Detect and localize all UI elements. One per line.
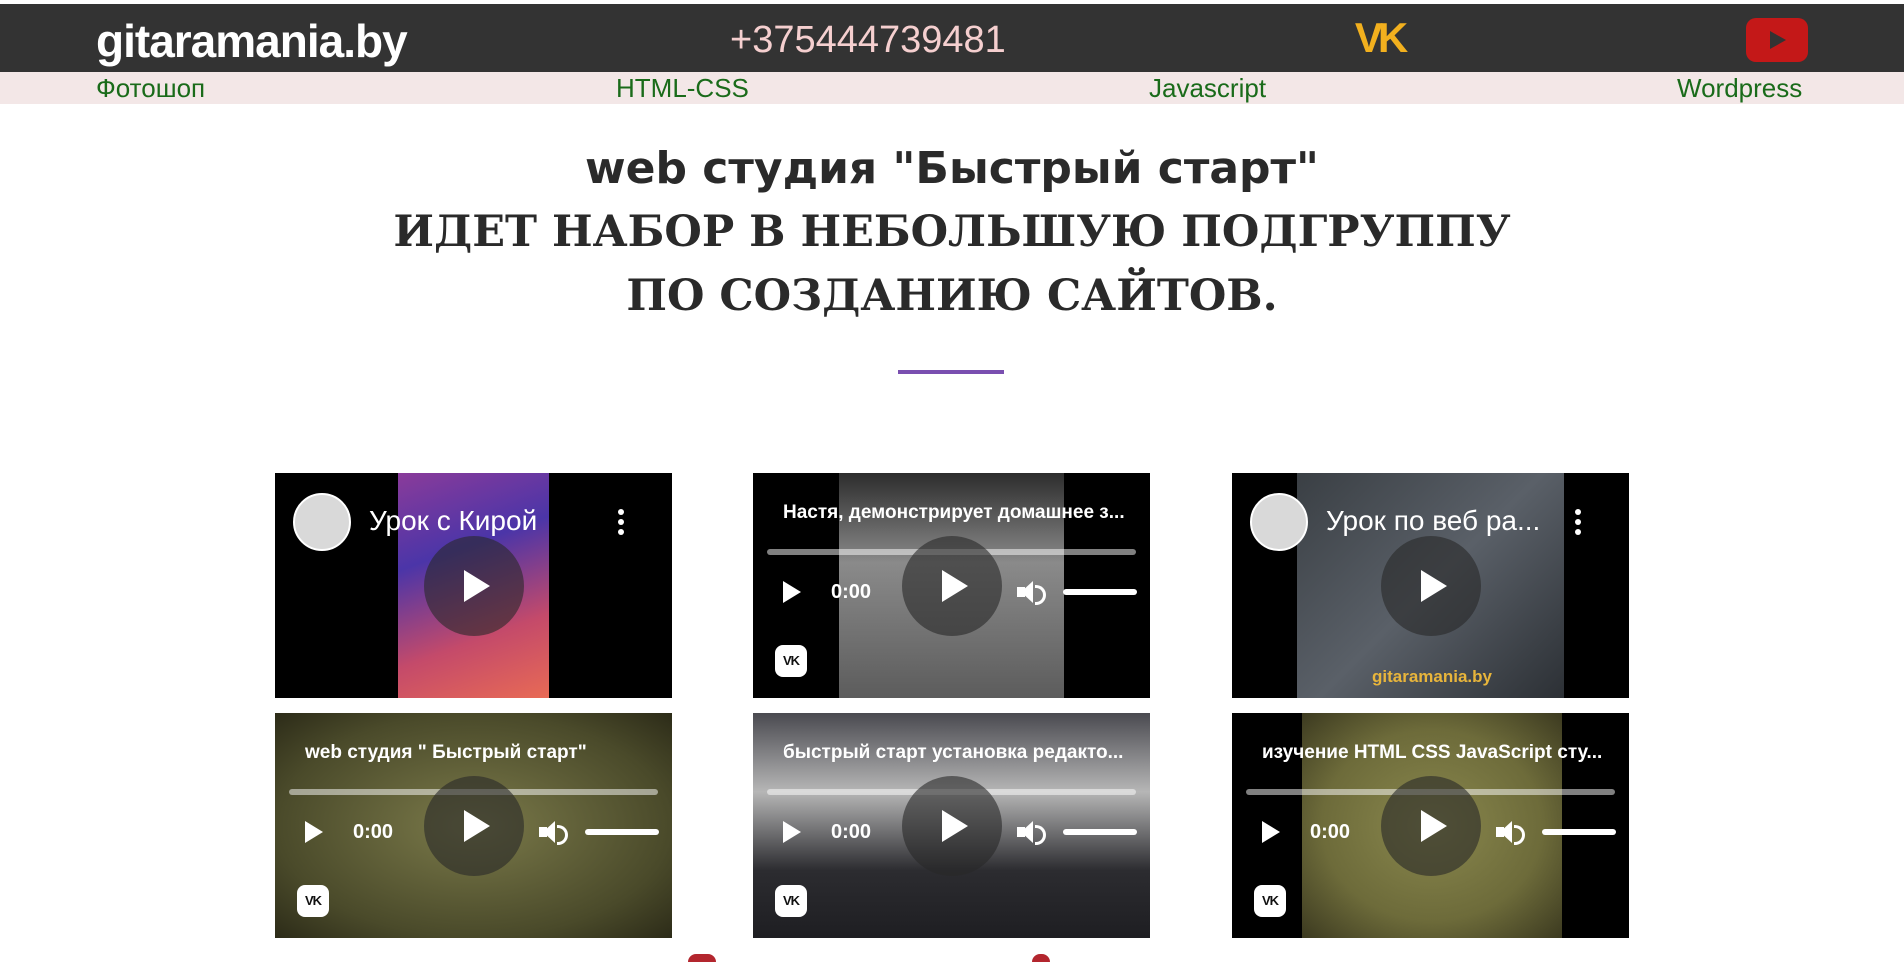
play-button-icon[interactable]	[1380, 775, 1481, 876]
video-watermark: gitaramania.by	[1372, 667, 1492, 686]
vk-logo-icon[interactable]: VK	[1346, 17, 1412, 59]
play-icon[interactable]	[783, 821, 801, 843]
youtube-play-icon[interactable]	[1746, 18, 1808, 62]
vk-badge-icon[interactable]: VK	[297, 885, 329, 917]
play-triangle-icon	[1770, 31, 1786, 49]
site-header: gitaramania.by +375444739481 VK	[0, 4, 1904, 72]
more-options-icon[interactable]	[1575, 509, 1581, 535]
volume-icon[interactable]	[1017, 579, 1047, 605]
site-logo[interactable]: gitaramania.by	[96, 12, 408, 70]
volume-icon[interactable]	[1017, 819, 1047, 845]
time-display: 0:00	[831, 821, 872, 843]
next-section-heading-clipped	[680, 952, 1080, 962]
video-title[interactable]: изучение HTML CSS JavaScript сту...	[1262, 741, 1602, 765]
video-player-vk[interactable]: быстрый старт установка редакто... 0:00 …	[753, 713, 1150, 938]
video-title[interactable]: быстрый старт установка редакто...	[783, 741, 1123, 765]
channel-avatar[interactable]	[1250, 493, 1308, 551]
play-icon[interactable]	[783, 581, 801, 603]
play-button-icon[interactable]	[423, 775, 524, 876]
video-player-vk[interactable]: web студия " Быстрый старт" 0:00 VK	[275, 713, 672, 938]
video-player-vk[interactable]: Настя, демонстрирует домашнее з... 0:00 …	[753, 473, 1150, 698]
nav-item-javascript[interactable]: Javascript	[1149, 74, 1266, 102]
video-player-vk[interactable]: изучение HTML CSS JavaScript сту... 0:00…	[1232, 713, 1629, 938]
vk-badge-icon[interactable]: VK	[775, 885, 807, 917]
volume-slider[interactable]	[1063, 589, 1137, 595]
play-button-icon[interactable]	[901, 535, 1002, 636]
main-nav: Фотошоп HTML-CSS Javascript Wordpress	[0, 72, 1904, 104]
video-title[interactable]: Урок с Кирой	[369, 503, 537, 539]
video-title[interactable]: Урок по веб ра...	[1326, 503, 1540, 539]
play-button-icon[interactable]	[1380, 535, 1481, 636]
hero-subtitle: web студия "Быстрый старт"	[585, 143, 1319, 194]
channel-avatar[interactable]	[293, 493, 351, 551]
hero-section: web студия "Быстрый старт" ИДЕТ НАБОР В …	[0, 138, 1904, 328]
vk-badge-icon[interactable]: VK	[775, 645, 807, 677]
time-display: 0:00	[831, 581, 872, 603]
hero-title: ИДЕТ НАБОР В НЕБОЛЬШУЮ ПОДГРУППУ ПО СОЗД…	[393, 207, 1511, 321]
vk-badge-icon[interactable]: VK	[1254, 885, 1286, 917]
play-icon[interactable]	[1262, 821, 1280, 843]
volume-slider[interactable]	[1542, 829, 1616, 835]
volume-icon[interactable]	[539, 819, 569, 845]
play-button-icon[interactable]	[901, 775, 1002, 876]
volume-icon[interactable]	[1496, 819, 1526, 845]
volume-slider[interactable]	[585, 829, 659, 835]
play-icon[interactable]	[305, 821, 323, 843]
time-display: 0:00	[353, 821, 394, 843]
nav-item-wordpress[interactable]: Wordpress	[1677, 74, 1802, 102]
nav-item-html-css[interactable]: HTML-CSS	[616, 74, 749, 102]
phone-number[interactable]: +375444739481	[730, 14, 1006, 66]
section-divider	[898, 370, 1004, 374]
video-title[interactable]: web студия " Быстрый старт"	[305, 741, 587, 765]
more-options-icon[interactable]	[618, 509, 624, 535]
video-player-youtube[interactable]: Урок по веб ра... gitaramania.by	[1232, 473, 1629, 698]
time-display: 0:00	[1310, 821, 1351, 843]
nav-item-photoshop[interactable]: Фотошоп	[96, 74, 205, 102]
video-title[interactable]: Настя, демонстрирует домашнее з...	[783, 501, 1125, 525]
play-button-icon[interactable]	[423, 535, 524, 636]
video-player-youtube[interactable]: Урок с Кирой	[275, 473, 672, 698]
volume-slider[interactable]	[1063, 829, 1137, 835]
